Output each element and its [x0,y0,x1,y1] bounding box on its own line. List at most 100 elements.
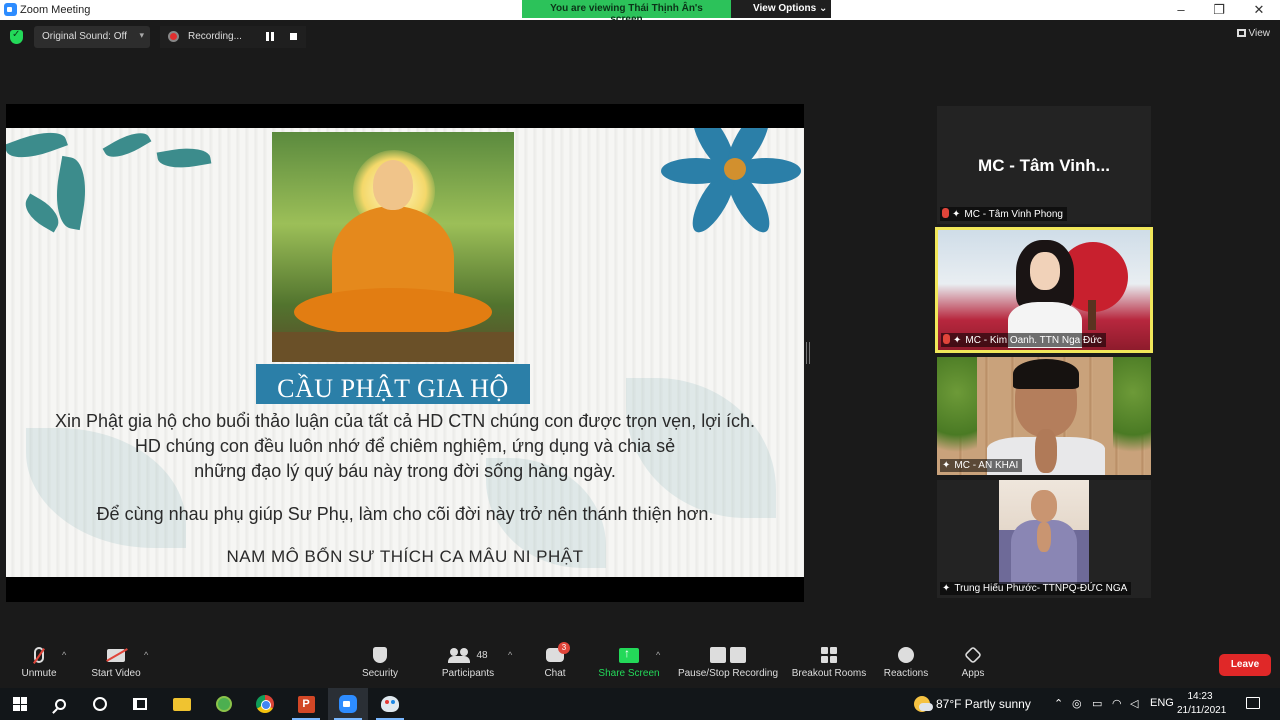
language-indicator[interactable]: ENG [1150,697,1174,709]
meeting-controls: Unmute ^ Start Video ^ Security 48 Parti… [0,638,1280,688]
reactions-button[interactable]: Reactions [880,642,932,679]
recording-indicator: Recording... [160,26,306,48]
share-screen-label: Share Screen [598,668,660,679]
clock-time: 14:23 [1187,691,1213,702]
taskbar-file-explorer[interactable] [162,688,202,720]
weather-text: 87°F Partly sunny [936,697,1031,711]
participants-button[interactable]: 48 Participants [438,642,498,679]
breakout-rooms-button[interactable]: Breakout Rooms [790,642,868,679]
muted-mic-icon [943,334,950,344]
microphone-muted-icon [34,647,44,663]
chat-label: Chat [544,668,566,679]
participant-label: ✦ MC - Tâm Vinh Phong [940,207,1067,221]
unmute-button[interactable]: Unmute [16,642,62,679]
powerpoint-icon: P [297,695,315,713]
leave-button[interactable]: Leave [1219,654,1271,676]
coccoc-browser-icon [216,696,232,712]
start-video-button[interactable]: Start Video [88,642,144,679]
partly-sunny-icon [914,696,933,712]
apps-button[interactable]: Apps [956,642,990,679]
buddha-image [272,132,514,362]
pin-icon: ✦ [942,460,951,471]
record-dot-icon [168,31,179,42]
tray-app-icon[interactable]: ◎ [1072,697,1082,710]
participant-label: ✦ MC - Kim Oanh. TTN Nga Đức [941,333,1106,347]
pin-icon: ✦ [942,583,951,594]
minimize-button[interactable]: – [1173,2,1189,18]
taskbar-cortana[interactable] [80,688,120,720]
participant-tile[interactable]: MC - Tâm Vinh... ✦ MC - Tâm Vinh Phong [937,106,1151,224]
start-button[interactable] [0,688,40,720]
chevron-down-icon[interactable]: ▾ [139,30,144,41]
slide-text-line: những đạo lý quý báu này trong đời sống … [194,461,616,481]
taskbar-powerpoint[interactable]: P [286,688,326,720]
taskbar-chrome[interactable] [245,688,285,720]
participant-tile[interactable]: ✦ MC - AN KHAI [937,357,1151,475]
task-view-icon [133,698,147,710]
taskbar-coccoc[interactable] [204,688,244,720]
share-screen-icon [619,646,639,663]
decorative-leaf [102,128,152,165]
view-options-button[interactable]: View Options ⌄ [731,0,831,18]
start-video-label: Start Video [91,668,141,679]
clock-date: 21/11/2021 [1177,705,1227,716]
participant-video [999,480,1089,584]
video-off-icon [107,648,125,662]
wifi-icon[interactable]: ◠ [1112,697,1122,710]
share-screen-button[interactable]: Share Screen [598,642,660,680]
windows-taskbar: P 87°F Partly sunny ⌃ ◎ ▭ ◠ ◁ ENG 14:23 … [0,688,1280,720]
presentation-slide: CẦU PHẬT GIA HỘ Xin Phật gia hộ cho buổi… [6,128,804,577]
meeting-topbar: Original Sound: Off ▾ Recording... View [0,20,1280,54]
panel-splitter-handle[interactable] [806,342,810,364]
tray-overflow-icon[interactable]: ⌃ [1054,697,1063,710]
viewing-banner: You are viewing Thái Thịnh Ân's screen V… [522,0,831,25]
muted-mic-icon [942,208,949,218]
participant-video [938,230,1150,350]
participant-tile-active-speaker[interactable]: ✦ MC - Kim Oanh. TTN Nga Đức [935,227,1153,353]
encryption-shield-icon[interactable] [10,29,23,44]
pause-stop-recording-button[interactable]: Pause/Stop Recording [676,642,780,679]
slide-text-line: HD chúng con đều luôn nhớ để chiêm nghiệ… [134,436,676,456]
reactions-label: Reactions [883,668,929,679]
recording-label: Recording... [188,31,242,42]
original-sound-button[interactable]: Original Sound: Off ▾ [34,26,150,48]
chat-icon: 3 [546,642,570,662]
participants-options-caret[interactable]: ^ [508,650,512,660]
volume-icon[interactable]: ◁ [1130,697,1138,710]
share-options-caret[interactable]: ^ [656,650,660,660]
unmute-label: Unmute [21,668,57,679]
audio-options-caret[interactable]: ^ [62,650,66,660]
decorative-flower [661,128,804,239]
taskbar-task-view[interactable] [120,688,160,720]
video-options-caret[interactable]: ^ [144,650,148,660]
participant-tile[interactable]: ✦ Trung Hiếu Phước- TTNPQ-ĐỨC NGA [937,480,1151,598]
security-button[interactable]: Security [355,642,405,679]
maximize-button[interactable]: ❐ [1211,2,1227,18]
taskbar-paint[interactable] [370,688,410,720]
taskbar-search[interactable] [40,688,80,720]
shared-screen[interactable]: CẦU PHẬT GIA HỘ Xin Phật gia hộ cho buổi… [6,104,804,602]
slide-text-line: Để cùng nhau phụ giúp Sư Phụ, làm cho cõ… [96,504,714,524]
weather-widget[interactable]: 87°F Partly sunny [914,696,1031,712]
participants-count: 48 [476,649,488,661]
window-title: Zoom Meeting [20,4,91,16]
stop-recording-icon[interactable] [290,33,297,40]
battery-icon[interactable]: ▭ [1092,697,1102,710]
notifications-icon[interactable] [1246,697,1260,709]
close-button[interactable]: ✕ [1251,2,1267,18]
breakout-rooms-icon [821,647,837,663]
shield-icon [373,647,387,663]
pause-stop-icon [710,647,746,663]
view-button[interactable]: View [1236,28,1271,39]
view-label: View [1248,28,1271,39]
pause-recording-icon[interactable] [266,32,274,41]
chat-button[interactable]: 3 Chat [535,642,575,679]
chat-unread-badge: 3 [558,642,570,654]
pin-icon: ✦ [953,335,962,346]
apps-label: Apps [961,668,985,679]
taskbar-zoom[interactable] [328,688,368,720]
decorative-leaf [156,143,212,173]
chrome-icon [256,695,274,713]
search-icon [54,698,66,710]
taskbar-clock[interactable]: 14:23 21/11/2021 [1177,690,1227,718]
